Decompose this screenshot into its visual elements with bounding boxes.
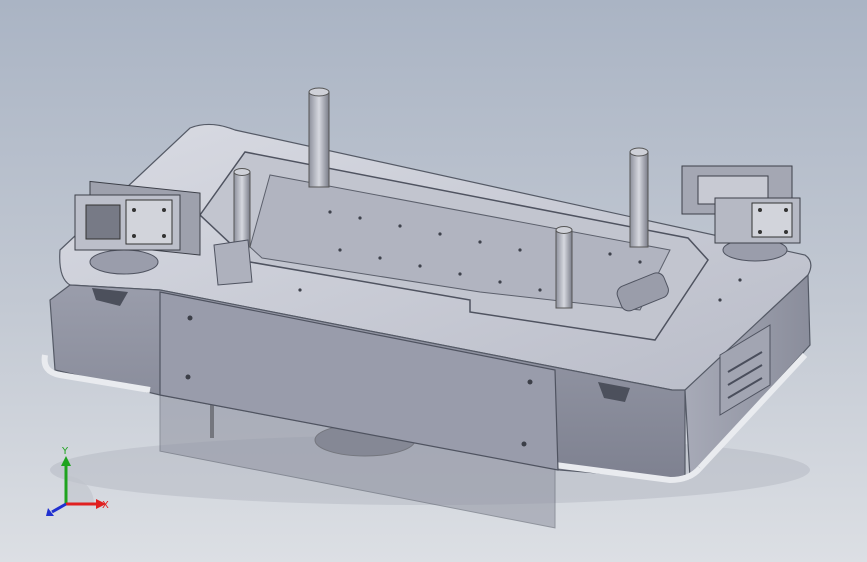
cad-viewport[interactable]: Y X (0, 0, 867, 562)
vertical-post-4 (555, 226, 573, 309)
z-axis-arrow (51, 502, 67, 514)
triad-xy-plane (66, 476, 94, 504)
vertical-post-2 (629, 147, 649, 248)
vertical-post-1 (308, 87, 330, 188)
coordinate-triad: Y X (46, 446, 109, 516)
y-axis-label: Y (61, 446, 69, 457)
vertical-post-3 (233, 168, 251, 248)
x-axis-label: X (102, 500, 109, 511)
locator-block (213, 239, 253, 286)
y-axis-arrowhead (61, 456, 71, 466)
agv-chassis-model[interactable] (0, 0, 867, 562)
